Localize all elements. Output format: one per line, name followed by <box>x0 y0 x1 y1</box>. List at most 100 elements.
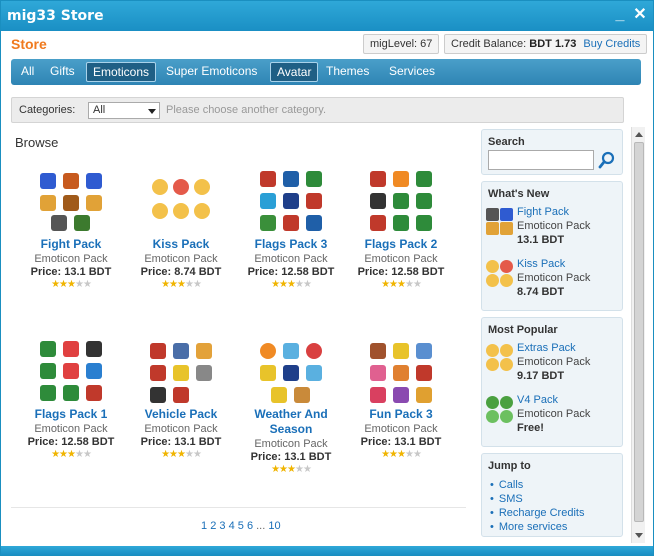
page-link[interactable]: 6 <box>247 520 253 532</box>
star-empty-icon: ★ <box>294 279 304 290</box>
tab-emoticons[interactable]: Emoticons <box>86 62 157 82</box>
scroll-down-icon[interactable] <box>633 529 645 541</box>
product-name[interactable]: Weather And Season <box>236 407 346 437</box>
star-filled-icon: ★ <box>271 464 280 475</box>
jump-to-box: Jump to Calls SMS Recharge Credits More … <box>481 453 623 537</box>
search-icon[interactable] <box>598 150 616 170</box>
jump-links: Calls SMS Recharge Credits More services <box>490 478 585 534</box>
product-name[interactable]: Flags Pack 1 <box>16 407 126 422</box>
whats-new-entry[interactable]: Fight Pack Emoticon Pack 13.1 BDT <box>486 206 620 254</box>
star-filled-icon: ★ <box>287 279 296 290</box>
star-filled-icon: ★ <box>169 279 178 290</box>
whats-new-entry[interactable]: Kiss Pack Emoticon Pack 8.74 BDT <box>486 258 620 306</box>
page-link-last[interactable]: 10 <box>268 520 280 532</box>
jump-link-sms[interactable]: SMS <box>490 492 584 506</box>
star-filled-icon: ★ <box>161 449 170 460</box>
vertical-scrollbar[interactable] <box>631 127 645 543</box>
scrollbar-thumb[interactable] <box>634 142 644 522</box>
product-card[interactable]: Flags Pack 3 Emoticon Pack Price: 12.58 … <box>236 169 346 290</box>
dropdown-arrow-icon <box>148 109 156 114</box>
miglevel-label: migLevel: <box>370 38 418 50</box>
star-empty-icon: ★ <box>294 464 304 475</box>
entry-type: Emoticon Pack <box>517 408 591 420</box>
product-name[interactable]: Vehicle Pack <box>126 407 236 422</box>
product-card[interactable]: Fight Pack Emoticon Pack Price: 13.1 BDT… <box>16 169 126 290</box>
star-empty-icon: ★ <box>74 449 84 460</box>
search-input[interactable] <box>488 150 594 170</box>
page-link[interactable]: 1 <box>201 520 207 532</box>
star-empty-icon: ★ <box>412 279 422 290</box>
entry-name[interactable]: Fight Pack <box>517 206 569 218</box>
product-card[interactable]: Vehicle Pack Emoticon Pack Price: 13.1 B… <box>126 339 236 460</box>
category-nav: All Gifts Emoticons Super Emoticons Avat… <box>11 59 641 85</box>
jump-link-calls[interactable]: Calls <box>490 478 584 492</box>
star-empty-icon: ★ <box>184 449 194 460</box>
star-filled-icon: ★ <box>397 449 406 460</box>
star-empty-icon: ★ <box>74 279 84 290</box>
kiss-pack-icon <box>146 169 216 233</box>
product-card[interactable]: Fun Pack 3 Emoticon Pack Price: 13.1 BDT… <box>346 339 456 460</box>
star-filled-icon: ★ <box>59 449 68 460</box>
star-filled-icon: ★ <box>381 279 390 290</box>
most-popular-title: Most Popular <box>488 324 558 336</box>
tab-super-emoticons[interactable]: Super Emoticons <box>160 62 263 82</box>
product-price: Price: 12.58 BDT <box>27 436 115 448</box>
star-filled-icon: ★ <box>287 464 296 475</box>
product-card[interactable]: Flags Pack 2 Emoticon Pack Price: 12.58 … <box>346 169 456 290</box>
buy-credits-link[interactable]: Buy Credits <box>583 38 640 50</box>
entry-name[interactable]: Kiss Pack <box>517 258 565 270</box>
scroll-up-icon[interactable] <box>633 129 645 141</box>
product-card[interactable]: Kiss Pack Emoticon Pack Price: 8.74 BDT … <box>126 169 236 290</box>
entry-name[interactable]: Extras Pack <box>517 342 576 354</box>
product-card[interactable]: Weather And Season Emoticon Pack Price: … <box>236 339 346 475</box>
tab-gifts[interactable]: Gifts <box>44 62 81 82</box>
product-name[interactable]: Fun Pack 3 <box>346 407 456 422</box>
star-filled-icon: ★ <box>177 449 186 460</box>
category-hint: Please choose another category. <box>166 104 327 116</box>
product-name[interactable]: Kiss Pack <box>126 237 236 252</box>
window-title: mig33 Store <box>7 8 104 24</box>
store-header: Store migLevel: 67 Credit Balance: BDT 1… <box>1 31 648 57</box>
star-filled-icon: ★ <box>51 279 60 290</box>
product-price: Price: 13.1 BDT <box>360 436 442 448</box>
jump-link-recharge[interactable]: Recharge Credits <box>490 506 585 520</box>
star-filled-icon: ★ <box>279 279 288 290</box>
page-link[interactable]: 2 <box>210 520 216 532</box>
page-link[interactable]: 4 <box>229 520 235 532</box>
flags-pack-3-icon <box>256 169 326 233</box>
tab-avatar[interactable]: Avatar <box>270 62 319 82</box>
browse-title: Browse <box>15 135 59 150</box>
tab-themes[interactable]: Themes <box>320 62 375 82</box>
window-bottom-edge <box>1 546 653 555</box>
category-select[interactable]: All <box>88 102 160 119</box>
jump-link-more-services[interactable]: More services <box>490 520 584 534</box>
product-name[interactable]: Flags Pack 3 <box>236 237 346 252</box>
star-empty-icon: ★ <box>302 279 312 290</box>
page-link[interactable]: 3 <box>219 520 225 532</box>
browse-panel: Browse Fight Pack Emoticon Pack Price: 1… <box>11 127 473 537</box>
pager-ellipsis: ... <box>256 520 266 532</box>
title-bar[interactable]: mig33 Store _ ✕ <box>1 1 653 31</box>
flags-pack-1-icon <box>36 339 106 403</box>
minimize-button[interactable]: _ <box>611 5 629 25</box>
star-empty-icon: ★ <box>404 279 414 290</box>
most-popular-box: Most Popular Extras Pack Emoticon Pack 9… <box>481 317 623 447</box>
fun-pack-3-icon <box>366 339 436 403</box>
page-link[interactable]: 5 <box>238 520 244 532</box>
product-name[interactable]: Flags Pack 2 <box>346 237 456 252</box>
star-filled-icon: ★ <box>67 279 76 290</box>
product-card[interactable]: Flags Pack 1 Emoticon Pack Price: 12.58 … <box>16 339 126 460</box>
tab-services[interactable]: Services <box>383 62 441 82</box>
kiss-pack-thumb-icon <box>486 260 514 288</box>
product-name[interactable]: Fight Pack <box>16 237 126 252</box>
star-filled-icon: ★ <box>397 279 406 290</box>
most-popular-entry[interactable]: Extras Pack Emoticon Pack 9.17 BDT <box>486 342 620 390</box>
extras-pack-thumb-icon <box>486 344 514 372</box>
rating-stars: ★★★★★ <box>346 280 456 290</box>
close-button[interactable]: ✕ <box>631 5 649 25</box>
tab-all[interactable]: All <box>15 62 40 82</box>
rating-stars: ★★★★★ <box>16 450 126 460</box>
product-type: Emoticon Pack <box>34 423 108 435</box>
entry-name[interactable]: V4 Pack <box>517 394 558 406</box>
most-popular-entry[interactable]: V4 Pack Emoticon Pack Free! <box>486 394 620 442</box>
